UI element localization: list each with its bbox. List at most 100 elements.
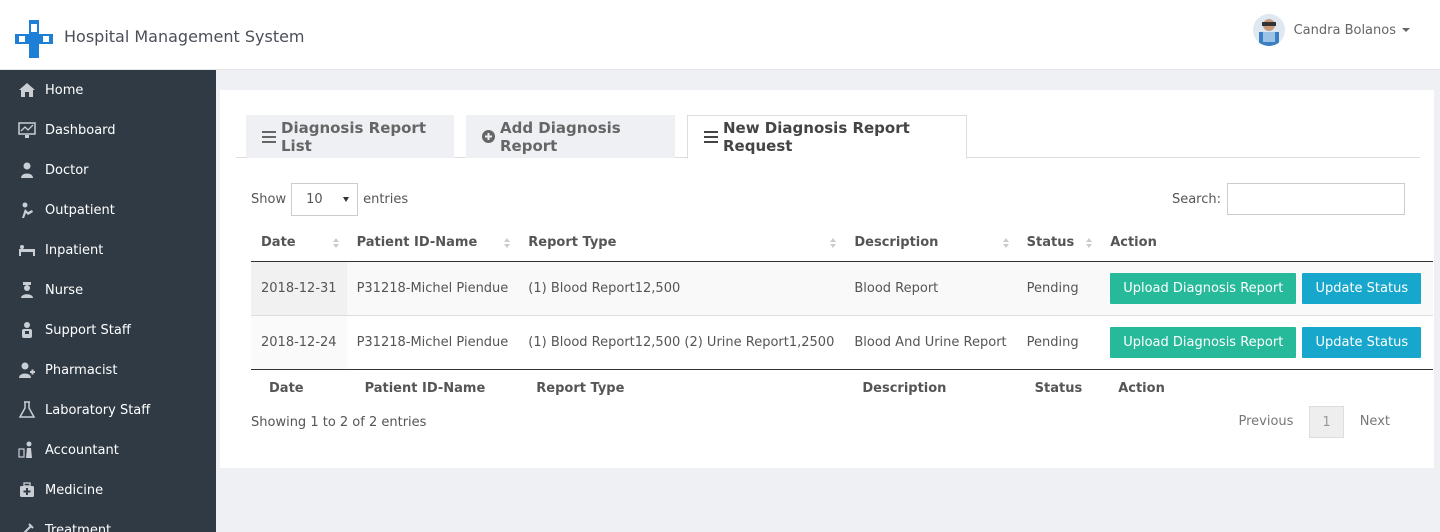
sort-icon <box>1086 238 1093 248</box>
page-size-select[interactable]: 10 <box>291 183 359 216</box>
footer-header-patient: Patient ID-Name <box>346 368 519 407</box>
sort-icon <box>1002 238 1009 248</box>
cell-description: Blood And Urine Report <box>844 314 1017 369</box>
pagination: Previous 1 Next <box>1222 406 1406 438</box>
list-icon <box>262 130 276 143</box>
list-icon <box>704 131 718 143</box>
column-header-patient[interactable]: Patient ID-Name <box>346 225 519 262</box>
tab-bar: Diagnosis Report List Add Diagnosis Repo… <box>236 115 1420 159</box>
sidebar-item-label: Treatment <box>45 522 112 532</box>
hospital-logo-icon[interactable] <box>15 20 53 58</box>
previous-button[interactable]: Previous <box>1222 406 1309 438</box>
sidebar-item-label: Laboratory Staff <box>45 402 151 418</box>
accountant-icon <box>17 441 37 459</box>
sidebar-item-support-staff[interactable]: Support Staff <box>0 310 216 350</box>
avatar <box>1252 14 1285 46</box>
sidebar-item-treatment[interactable]: Treatment <box>0 510 216 532</box>
sidebar-item-label: Home <box>45 82 84 98</box>
sidebar-item-medicine[interactable]: Medicine <box>0 470 216 510</box>
footer-header-action: Action <box>1100 368 1434 407</box>
cell-status: Pending <box>1016 314 1101 369</box>
search-input[interactable] <box>1227 183 1405 215</box>
sidebar-item-label: Accountant <box>45 442 119 458</box>
medicine-icon <box>17 481 37 499</box>
sidebar-item-label: Nurse <box>45 282 84 298</box>
next-button[interactable]: Next <box>1344 406 1406 438</box>
sidebar-item-label: Outpatient <box>45 202 115 218</box>
footer-header-status: Status <box>1016 368 1101 407</box>
tab-new-diagnosis-report-request[interactable]: New Diagnosis Report Request <box>687 115 967 159</box>
app-title: Hospital Management System <box>64 27 305 46</box>
update-status-button[interactable]: Update Status <box>1302 326 1422 358</box>
show-label: Show <box>251 192 287 207</box>
column-header-description[interactable]: Description <box>844 225 1017 262</box>
sidebar-item-inpatient[interactable]: Inpatient <box>0 230 216 270</box>
footer-header-description: Description <box>844 368 1017 407</box>
cell-date: 2018-12-31 <box>251 260 347 315</box>
cell-patient: P31218-Michel Piendue <box>346 314 519 369</box>
plus-circle-icon <box>482 130 495 143</box>
doctor-icon <box>17 161 37 179</box>
tab-diagnosis-report-list[interactable]: Diagnosis Report List <box>246 115 454 158</box>
sidebar-item-home[interactable]: Home <box>0 70 216 110</box>
column-header-status[interactable]: Status <box>1016 225 1101 262</box>
top-header: Hospital Management System Candra Bolano… <box>0 0 1440 70</box>
upload-diagnosis-report-button[interactable]: Upload Diagnosis Report <box>1110 272 1297 304</box>
sidebar-item-laboratory-staff[interactable]: Laboratory Staff <box>0 390 216 430</box>
cell-status: Pending <box>1016 260 1101 315</box>
tab-add-diagnosis-report[interactable]: Add Diagnosis Report <box>466 115 675 158</box>
sidebar-item-label: Doctor <box>45 162 89 178</box>
nurse-icon <box>17 281 37 299</box>
cell-report-type: (1) Blood Report12,500 <box>518 260 845 315</box>
chevron-down-icon <box>1402 28 1410 32</box>
page-size-control: Show 10 entries <box>251 183 408 216</box>
sidebar-item-label: Support Staff <box>45 322 131 338</box>
cell-patient: P31218-Michel Piendue <box>346 260 519 315</box>
sidebar-item-dashboard[interactable]: Dashboard <box>0 110 216 150</box>
page-size-value: 10 <box>306 192 323 207</box>
user-menu[interactable]: Candra Bolanos <box>1252 14 1410 46</box>
cell-action: Upload Diagnosis Report Update Status <box>1100 260 1434 315</box>
table-info: Showing 1 to 2 of 2 entries <box>251 415 427 430</box>
sidebar-item-label: Pharmacist <box>45 362 118 378</box>
sidebar-item-doctor[interactable]: Doctor <box>0 150 216 190</box>
sidebar-item-label: Dashboard <box>45 122 116 138</box>
sidebar-item-nurse[interactable]: Nurse <box>0 270 216 310</box>
sidebar-item-label: Inpatient <box>45 242 104 258</box>
cell-description: Blood Report <box>844 260 1017 315</box>
tab-label: Diagnosis Report List <box>281 118 426 155</box>
sidebar-item-pharmacist[interactable]: Pharmacist <box>0 350 216 390</box>
upload-diagnosis-report-button[interactable]: Upload Diagnosis Report <box>1110 326 1297 358</box>
diagnosis-request-table: Date Patient ID-Name Report Type Descrip… <box>251 225 1434 407</box>
column-header-report-type[interactable]: Report Type <box>518 225 845 262</box>
cell-report-type: (1) Blood Report12,500 (2) Urine Report1… <box>518 314 845 369</box>
inpatient-icon <box>17 241 37 259</box>
content-panel: Diagnosis Report List Add Diagnosis Repo… <box>220 90 1434 468</box>
outpatient-icon <box>17 201 37 219</box>
flask-icon <box>17 401 37 419</box>
page-1-button[interactable]: 1 <box>1309 406 1344 438</box>
home-icon <box>17 81 37 99</box>
table-row: 2018-12-24 P31218-Michel Piendue (1) Blo… <box>251 314 1434 369</box>
sidebar: Home Dashboard Doctor Outpatient Inpatie… <box>0 70 216 532</box>
sidebar-item-outpatient[interactable]: Outpatient <box>0 190 216 230</box>
column-header-action: Action <box>1100 225 1434 262</box>
support-staff-icon <box>17 321 37 339</box>
tab-label: New Diagnosis Report Request <box>723 119 910 155</box>
sort-icon <box>332 238 339 248</box>
search-control: Search: <box>1172 183 1405 215</box>
cell-action: Upload Diagnosis Report Update Status <box>1100 314 1434 369</box>
chevron-down-icon <box>343 197 350 202</box>
cell-date: 2018-12-24 <box>251 314 347 369</box>
user-name: Candra Bolanos <box>1293 22 1396 38</box>
column-header-date[interactable]: Date <box>251 225 347 262</box>
sort-icon <box>504 238 511 248</box>
entries-label: entries <box>363 192 409 207</box>
update-status-button[interactable]: Update Status <box>1302 272 1422 304</box>
dashboard-icon <box>17 121 37 139</box>
sidebar-item-label: Medicine <box>45 482 104 498</box>
footer-header-date: Date <box>251 368 347 407</box>
sidebar-item-accountant[interactable]: Accountant <box>0 430 216 470</box>
pharmacist-icon <box>17 361 37 379</box>
tab-label: Add Diagnosis Report <box>500 118 621 155</box>
